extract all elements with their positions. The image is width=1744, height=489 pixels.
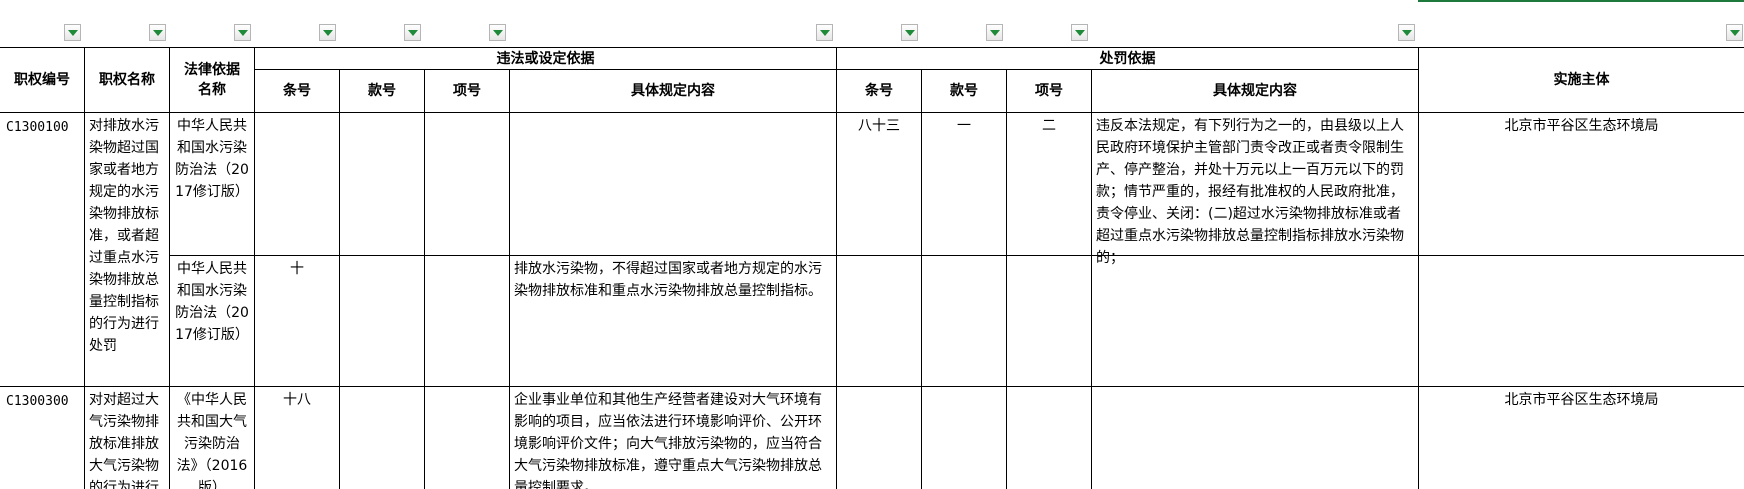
header-subject[interactable]: 实施主体 [1419, 48, 1744, 112]
header-name[interactable]: 职权名称 [85, 48, 169, 112]
filter-dropdown-button[interactable] [1071, 24, 1088, 41]
dropdown-triangle-icon [1730, 30, 1740, 36]
cell-v-article[interactable]: 十 [255, 256, 339, 386]
cell-subject[interactable]: 北京市平谷区生态环境局 [1419, 387, 1744, 489]
filter-dropdown-button[interactable] [64, 24, 81, 41]
cell-id[interactable]: C1300100 [0, 113, 84, 386]
filter-dropdown-button[interactable] [1726, 24, 1743, 41]
selected-column-indicator [1418, 0, 1744, 2]
dropdown-triangle-icon [990, 30, 1000, 36]
header-v-article[interactable]: 条号 [255, 70, 339, 112]
dropdown-triangle-icon [153, 30, 163, 36]
header-v-clause[interactable]: 款号 [340, 70, 424, 112]
cell-law[interactable]: 中华人民共和国水污染防治法（2017修订版） [170, 113, 254, 255]
cell-v-article[interactable]: 十八 [255, 387, 339, 489]
filter-dropdown-button[interactable] [489, 24, 506, 41]
cell-p-clause[interactable]: 一 [922, 113, 1006, 255]
header-p-clause[interactable]: 款号 [922, 70, 1006, 112]
dropdown-triangle-icon [1402, 30, 1412, 36]
header-v-item[interactable]: 项号 [425, 70, 509, 112]
grid-line [424, 69, 425, 489]
spreadsheet-grid: 职权编号 职权名称 法律依据 名称 违法或设定依据 处罚依据 实施主体 条号 款… [0, 0, 1744, 489]
cell-law[interactable]: 中华人民共和国水污染防治法（2017修订版） [170, 256, 254, 386]
grid-line [339, 69, 340, 489]
filter-dropdown-button[interactable] [901, 24, 918, 41]
cell-p-content[interactable]: 违反本法规定，有下列行为之一的，由县级以上人民政府环境保护主管部门责令改正或者责… [1092, 113, 1418, 266]
filter-dropdown-button[interactable] [234, 24, 251, 41]
cell-id[interactable]: C1300300 [0, 387, 84, 489]
cell-name[interactable]: 对对超过大气污染物排放标准排放大气污染物的行为进行 [85, 387, 169, 489]
filter-dropdown-button[interactable] [1398, 24, 1415, 41]
dropdown-triangle-icon [820, 30, 830, 36]
header-p-article[interactable]: 条号 [837, 70, 921, 112]
header-p-content[interactable]: 具体规定内容 [1092, 70, 1418, 112]
cell-name[interactable]: 对排放水污染物超过国家或者地方规定的水污染物排放标准，或者超过重点水污染物排放总… [85, 113, 169, 386]
header-group-violation[interactable]: 违法或设定依据 [255, 48, 836, 69]
cell-v-content[interactable]: 企业事业单位和其他生产经营者建设对大气环境有影响的项目，应当依法进行环境影响评价… [510, 387, 836, 489]
dropdown-triangle-icon [323, 30, 333, 36]
cell-p-item[interactable]: 二 [1007, 113, 1091, 255]
filter-dropdown-button[interactable] [816, 24, 833, 41]
header-v-content[interactable]: 具体规定内容 [510, 70, 836, 112]
cell-p-article[interactable]: 八十三 [837, 113, 921, 255]
header-p-item[interactable]: 项号 [1007, 70, 1091, 112]
grid-line [169, 255, 1744, 256]
autofilter-row [0, 22, 1744, 46]
dropdown-triangle-icon [408, 30, 418, 36]
dropdown-triangle-icon [238, 30, 248, 36]
filter-dropdown-button[interactable] [404, 24, 421, 41]
filter-dropdown-button[interactable] [149, 24, 166, 41]
dropdown-triangle-icon [1075, 30, 1085, 36]
cell-subject[interactable]: 北京市平谷区生态环境局 [1419, 113, 1744, 255]
header-id[interactable]: 职权编号 [0, 48, 84, 112]
dropdown-triangle-icon [905, 30, 915, 36]
cell-v-content[interactable]: 排放水污染物，不得超过国家或者地方规定的水污染物排放标准和重点水污染物排放总量控… [510, 256, 836, 386]
dropdown-triangle-icon [493, 30, 503, 36]
cell-law[interactable]: 《中华人民共和国大气污染防治法》（2016版） [170, 387, 254, 489]
dropdown-triangle-icon [68, 30, 78, 36]
header-group-penalty[interactable]: 处罚依据 [837, 48, 1418, 69]
header-law[interactable]: 法律依据 名称 [170, 48, 254, 112]
filter-dropdown-button[interactable] [319, 24, 336, 41]
filter-dropdown-button[interactable] [986, 24, 1003, 41]
